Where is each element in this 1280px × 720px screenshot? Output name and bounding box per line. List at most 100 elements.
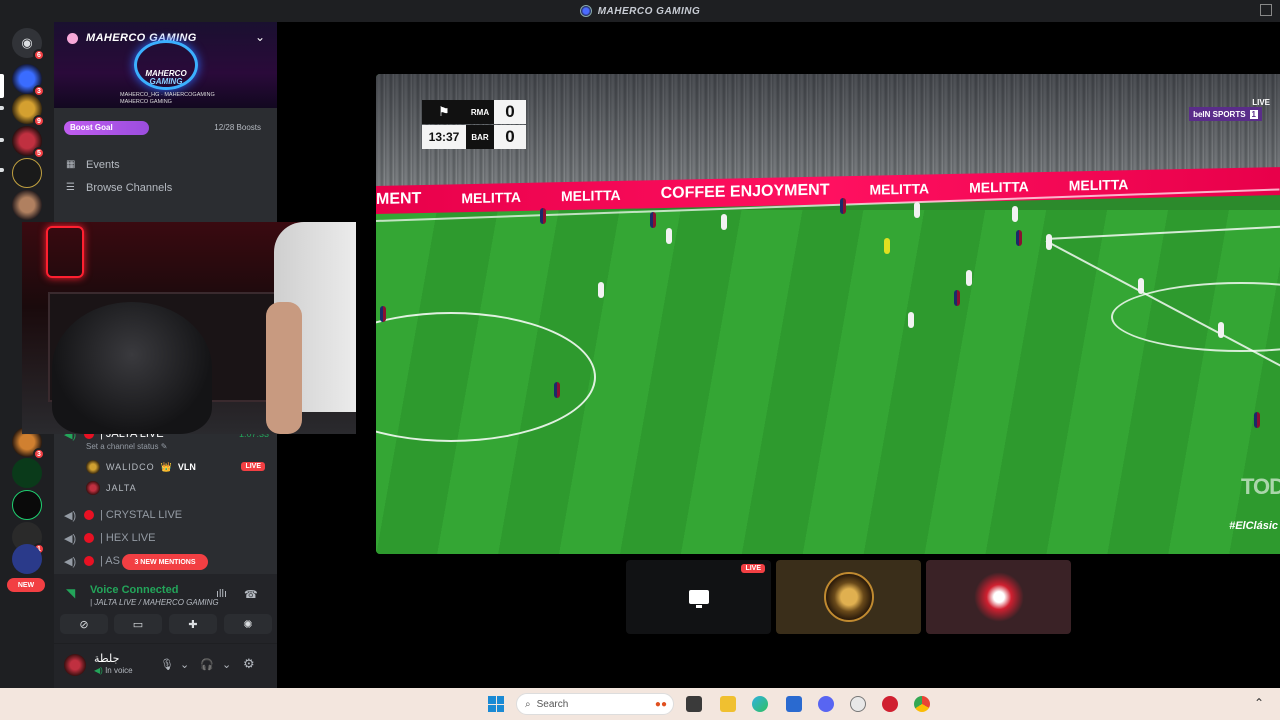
taskbar-search[interactable]: ⌕ Search ●● [516, 693, 674, 715]
windows-start-icon[interactable] [488, 696, 504, 712]
camera-off-button[interactable]: ⊘ [60, 614, 108, 634]
server-maherco[interactable]: 3 [12, 64, 45, 97]
match-clock: 13:37 [422, 125, 466, 149]
server-item[interactable] [12, 158, 42, 188]
speaker-icon: ◀) [64, 509, 77, 522]
player [540, 208, 546, 224]
voice-channel[interactable]: ◀) | HEX LIVE [64, 528, 155, 548]
live-badge: LIVE [741, 564, 765, 573]
speaker-icon: ◀) [64, 555, 77, 568]
broadcaster-logo: beIN SPORTS 1 [1189, 107, 1262, 121]
disconnect-icon[interactable]: ☎ [244, 588, 258, 601]
soundboard-button[interactable]: ✺ [224, 614, 272, 634]
gear-icon[interactable]: ⚙ [243, 656, 255, 672]
scoreboard: ⚑ 13:37 RMA BAR 0 0 [422, 100, 526, 150]
participant-tile-screen[interactable]: LIVE [626, 560, 771, 634]
away-score: 0 [494, 125, 526, 149]
unread-pip [0, 138, 4, 142]
server-item[interactable] [12, 544, 42, 574]
share-screen-button[interactable]: ▭ [114, 614, 162, 634]
server-badge: 9 [33, 115, 45, 127]
watermark: TOD [1240, 474, 1280, 499]
voice-channel[interactable]: ◀) | CRYSTAL LIVE [64, 505, 182, 525]
boost-count: 12/28 Boosts [214, 123, 261, 132]
person-arm [266, 302, 302, 434]
player [1012, 206, 1018, 222]
speaker-icon: ◀) [64, 532, 77, 545]
task-view-icon[interactable] [686, 696, 702, 712]
server-item[interactable] [12, 190, 42, 220]
server-badge: 6 [33, 49, 45, 61]
window-control-icon[interactable] [1260, 4, 1272, 16]
camera-off-icon: ⊘ [79, 618, 89, 631]
voice-channel[interactable]: ◀) | AS [64, 551, 120, 571]
avatar[interactable] [64, 654, 86, 676]
active-server-pip [0, 74, 4, 98]
player [1218, 322, 1224, 338]
store-icon[interactable] [786, 696, 802, 712]
player [966, 270, 972, 286]
app-icon[interactable] [882, 696, 898, 712]
chevron-down-icon[interactable]: ⌄ [222, 658, 231, 671]
voice-connected-title[interactable]: Voice Connected [90, 584, 178, 596]
voice-connected-channel: | JALTA LIVE / MAHERCO GAMING [90, 598, 219, 607]
player [721, 214, 727, 230]
player [650, 212, 656, 228]
participant-tile-jalta[interactable] [926, 560, 1071, 634]
server-banner[interactable]: MAHERCO GAMING ⌄ MAHERCO GAMING MAHERCO_… [54, 22, 277, 108]
edge-icon[interactable] [752, 696, 768, 712]
soundboard-icon[interactable]: ıllı [216, 588, 227, 600]
away-team: BAR [466, 125, 494, 149]
player [954, 290, 960, 306]
settings-icon[interactable] [850, 696, 866, 712]
boost-goal[interactable]: Boost Goal 12/28 Boosts [54, 118, 277, 138]
chevron-down-icon[interactable]: ⌄ [255, 30, 265, 44]
webcam-overlay [22, 222, 356, 434]
nav-browse-channels[interactable]: ☰ Browse Channels [66, 179, 172, 197]
neon-sign [46, 226, 84, 278]
server-item[interactable]: 5 [12, 126, 45, 159]
taskbar: ⌕ Search ●● ⌃ [0, 688, 1280, 720]
search-highlight-icon: ●● [654, 698, 667, 710]
voice-user[interactable]: WALIDCO 👑 VLN [86, 458, 196, 476]
headphones-icon[interactable]: 🎧 [200, 658, 214, 671]
file-explorer-icon[interactable] [720, 696, 736, 712]
window-title: MAHERCO GAMING [597, 5, 701, 17]
microphone-icon[interactable]: 🎙 [160, 658, 174, 671]
chevron-down-icon[interactable]: ⌄ [180, 658, 189, 671]
server-item[interactable]: 9 [12, 94, 45, 127]
server-badge: 3 [33, 448, 45, 460]
avatar [86, 460, 100, 474]
new-pill[interactable]: NEW [7, 578, 45, 592]
red-dot-icon [84, 556, 94, 566]
banner-socials: MAHERCO_HG · MAHERCOGAMING MAHERCO GAMIN… [120, 92, 215, 105]
chrome-icon[interactable] [914, 696, 930, 712]
window-titlebar: MAHERCO GAMING [0, 0, 1280, 22]
activities-button[interactable]: ✚ [169, 614, 217, 634]
server-item[interactable] [12, 458, 42, 488]
activities-icon: ✚ [188, 618, 198, 631]
red-dot-icon [84, 533, 94, 543]
live-indicator: LIVE [1252, 98, 1270, 107]
channel-status[interactable]: Set a channel status ✎ [86, 442, 167, 451]
server-badge: 5 [33, 147, 45, 159]
avatar [86, 481, 100, 495]
screen-share-icon: ▭ [132, 618, 144, 631]
home-score: 0 [494, 100, 526, 124]
discord-icon[interactable] [818, 696, 834, 712]
search-icon: ⌕ [525, 698, 531, 710]
nav-events[interactable]: ▦ Events [66, 156, 120, 174]
new-mentions-pill[interactable]: 3 NEW MENTIONS [122, 554, 208, 570]
list-icon: ☰ [66, 182, 75, 193]
stream-video[interactable]: MENT MELITTA MELITTA COFFEE ENJOYMENT ME… [376, 74, 1280, 554]
player [1016, 230, 1022, 246]
league-logo-icon: ⚑ [422, 100, 466, 124]
voice-user[interactable]: JALTA [86, 479, 137, 497]
player [1254, 412, 1260, 428]
chevron-up-icon[interactable]: ⌃ [1254, 696, 1264, 710]
red-dot-icon [84, 510, 94, 520]
server-item[interactable] [12, 490, 42, 520]
signal-icon[interactable]: ◥ [66, 586, 75, 600]
participant-tile-walidco[interactable] [776, 560, 921, 634]
discord-home-icon[interactable]: ◉ 6 [12, 28, 45, 61]
